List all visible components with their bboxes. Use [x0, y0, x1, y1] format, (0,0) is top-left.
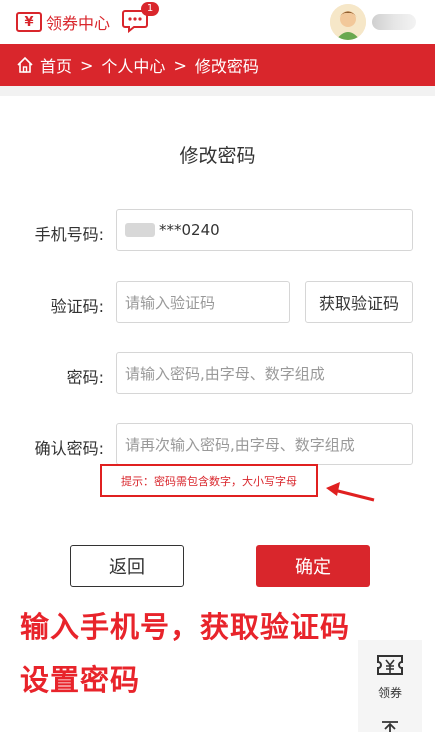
- code-placeholder: 请输入验证码: [125, 293, 216, 312]
- back-to-top-icon[interactable]: [380, 720, 400, 732]
- app-name: 领券中心: [46, 14, 111, 33]
- code-label: 验证码:: [50, 297, 104, 316]
- breadcrumb-home[interactable]: 首页: [40, 53, 72, 77]
- get-code-button[interactable]: 获取验证码: [305, 281, 413, 323]
- instruction-line-2: 设置密码: [20, 663, 141, 697]
- breadcrumb-separator: >: [80, 55, 94, 75]
- breadcrumb-current: 修改密码: [194, 57, 259, 76]
- confirm-password-label: 确认密码:: [34, 439, 104, 458]
- password-label: 密码:: [66, 368, 104, 387]
- app-logo[interactable]: ¥ 领券中心: [16, 10, 110, 34]
- coupon-float-label: 领券: [377, 686, 402, 700]
- phone-field: ***0240: [116, 209, 413, 251]
- confirm-password-placeholder: 请再次输入密码,由字母、数字组成: [125, 435, 355, 454]
- coupon-float-widget[interactable]: 领券: [358, 640, 422, 732]
- confirm-button[interactable]: 确定: [256, 545, 370, 587]
- username-blurred[interactable]: [372, 14, 416, 30]
- breadcrumb-separator: >: [173, 55, 187, 75]
- phone-value: ***0240: [159, 221, 220, 239]
- confirm-password-input[interactable]: 请再次输入密码,由字母、数字组成: [116, 423, 413, 465]
- divider-strip: [0, 86, 435, 96]
- phone-label: 手机号码:: [34, 225, 104, 244]
- breadcrumb: 首页 > 个人中心 > 修改密码: [0, 44, 435, 86]
- phone-prefix-blurred: [125, 223, 155, 237]
- back-button[interactable]: 返回: [70, 545, 184, 587]
- top-bar: ¥ 领券中心 1: [0, 0, 435, 44]
- avatar[interactable]: [330, 4, 366, 40]
- code-input[interactable]: 请输入验证码: [116, 281, 290, 323]
- password-hint: 提示：密码需包含数字，大小写字母: [100, 464, 318, 497]
- password-input[interactable]: 请输入密码,由字母、数字组成: [116, 352, 413, 394]
- message-badge: 1: [141, 2, 159, 16]
- home-icon[interactable]: [16, 56, 34, 74]
- page-title: 修改密码: [179, 145, 256, 167]
- coupon-icon: [377, 655, 403, 675]
- arrow-left-icon: [326, 482, 375, 502]
- password-placeholder: 请输入密码,由字母、数字组成: [125, 364, 325, 383]
- coupon-logo-icon: ¥: [16, 12, 42, 32]
- instruction-line-1: 输入手机号，获取验证码: [20, 610, 351, 644]
- breadcrumb-user-center[interactable]: 个人中心: [101, 53, 165, 77]
